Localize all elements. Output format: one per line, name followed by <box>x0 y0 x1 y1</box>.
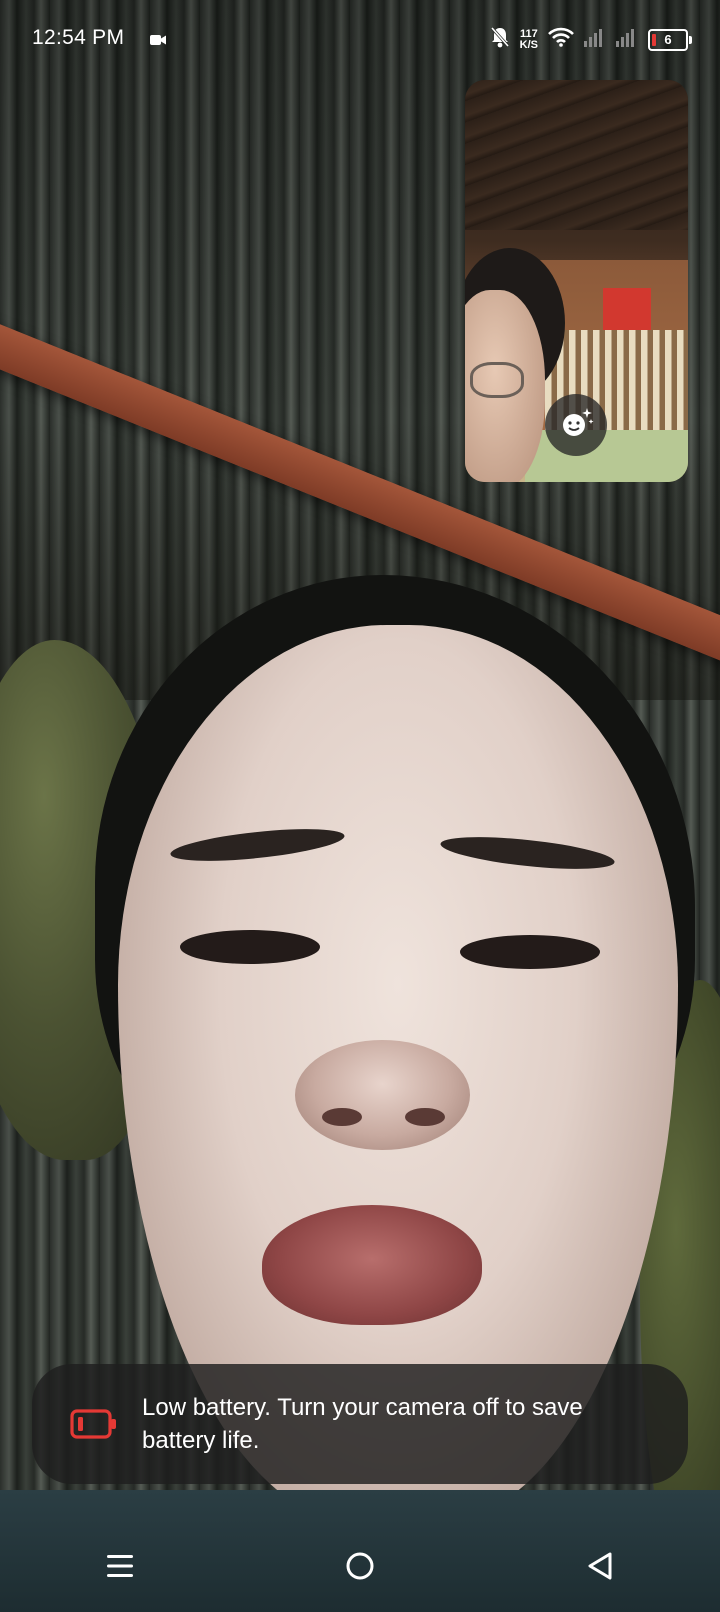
status-time: 12:54 PM <box>32 26 125 49</box>
low-battery-icon <box>70 1408 118 1440</box>
low-battery-toast: Low battery. Turn your camera off to sav… <box>32 1364 688 1484</box>
self-preview-video[interactable] <box>465 80 688 482</box>
battery-icon: 6 <box>648 28 692 51</box>
home-button[interactable] <box>315 1538 405 1598</box>
battery-fill <box>652 33 656 46</box>
video-person-lips <box>262 1205 482 1325</box>
video-person-nose <box>295 1040 470 1150</box>
net-speed-unit: K/S <box>519 38 538 51</box>
preview-poster <box>603 288 651 332</box>
preview-person-glasses <box>470 362 524 398</box>
video-person-nostril-right <box>405 1108 445 1126</box>
video-person-eye-left <box>180 930 320 964</box>
video-person-nostril-left <box>322 1108 362 1126</box>
low-battery-message: Low battery. Turn your camera off to sav… <box>142 1394 583 1454</box>
video-person-eye-right <box>460 935 600 969</box>
home-icon <box>345 1551 375 1586</box>
wifi-icon <box>548 27 574 52</box>
back-button[interactable] <box>555 1538 645 1598</box>
bell-off-icon <box>490 26 510 53</box>
net-speed: 117 K/S <box>519 27 538 51</box>
face-effects-button[interactable] <box>545 394 607 456</box>
battery-level: 6 <box>664 32 672 47</box>
navigation-bar <box>0 1524 720 1612</box>
menu-icon <box>106 1553 134 1584</box>
net-speed-value: 117 <box>519 27 538 40</box>
signal-1-icon <box>584 27 606 52</box>
status-bar: 12:54 PM 117 K/S 6 <box>0 0 720 80</box>
back-icon <box>586 1551 614 1586</box>
face-effects-icon <box>558 405 594 446</box>
preview-ceiling <box>465 80 688 230</box>
recents-button[interactable] <box>75 1538 165 1598</box>
status-icons: 117 K/S 6 <box>490 26 692 53</box>
video-camera-icon <box>150 33 166 51</box>
signal-2-icon <box>616 27 638 52</box>
